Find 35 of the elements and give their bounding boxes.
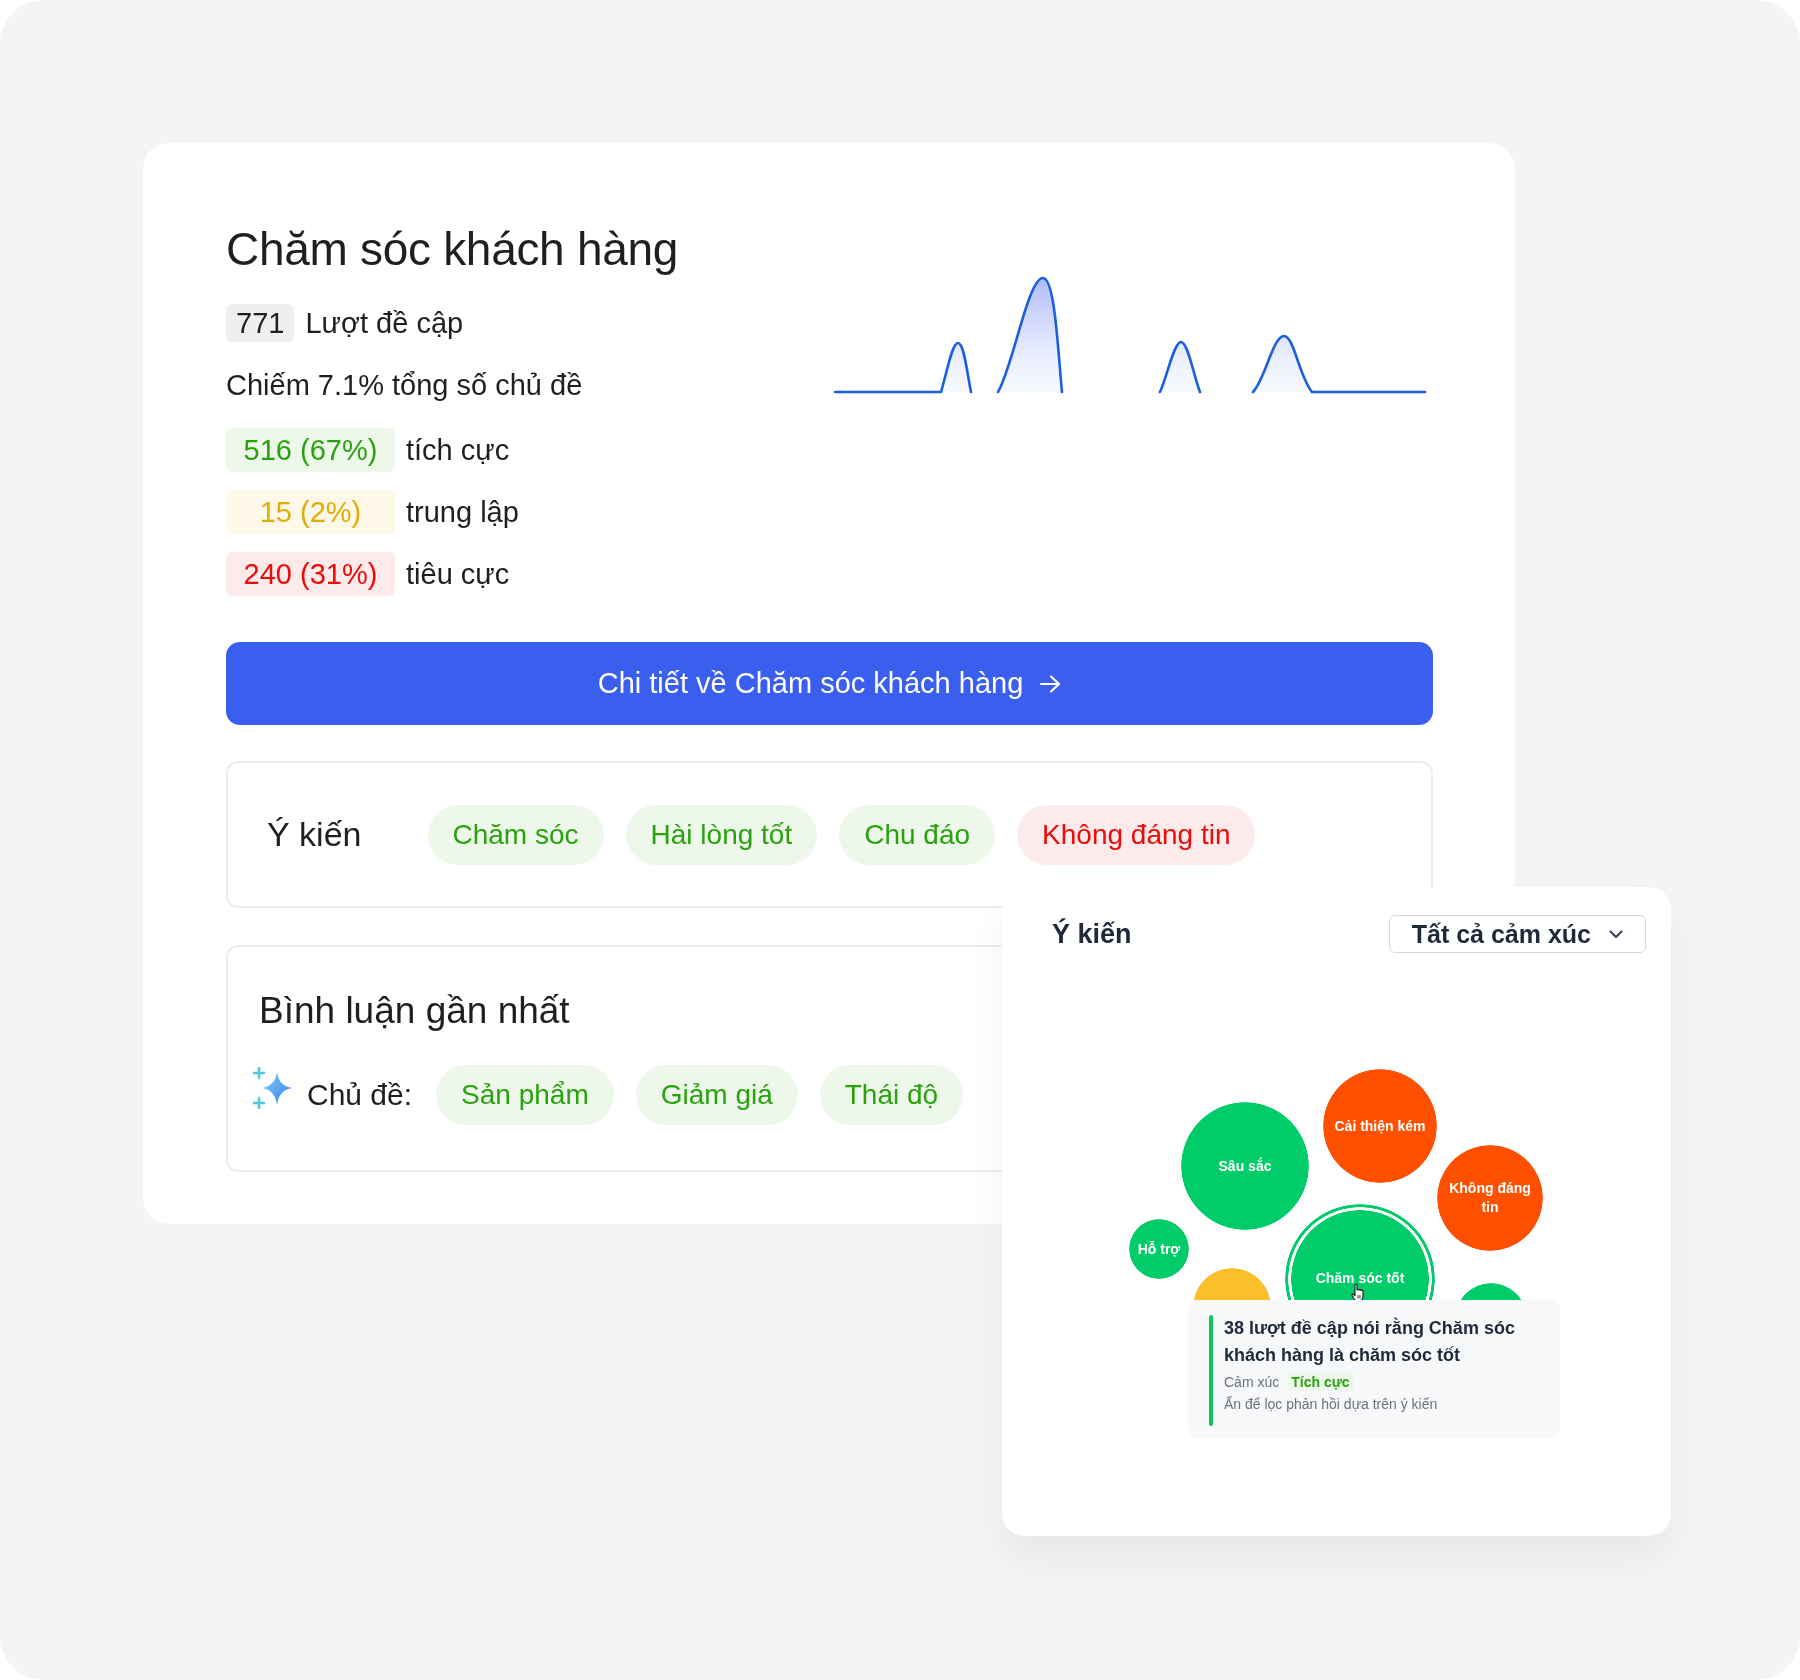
mention-label: Lượt đề cập — [305, 306, 464, 341]
opinion-bubble[interactable]: Hỗ trợ — [1129, 1219, 1189, 1279]
sentiment-value: Tích cực — [1287, 1373, 1354, 1391]
opinion-tag[interactable]: Chu đáo — [839, 804, 996, 865]
share-text: Chiếm 7.1% tổng số chủ đề — [226, 368, 583, 403]
opinion-tag[interactable]: Hài lòng tốt — [625, 804, 818, 865]
opinion-title: Ý kiến — [267, 815, 362, 854]
topic-tag[interactable]: Thái độ — [819, 1065, 964, 1125]
opinion-tag[interactable]: Không đáng tin — [1017, 804, 1256, 865]
sentiment-label: tiêu cực — [406, 557, 510, 592]
panel-title: Ý kiến — [1052, 918, 1132, 950]
opinion-bubble[interactable]: Chăm sóc tốt — [1285, 1204, 1435, 1300]
detail-button[interactable]: Chi tiết về Chăm sóc khách hàng — [226, 642, 1433, 725]
sentiment-filter-dropdown[interactable]: Tất cả cảm xúc — [1388, 915, 1646, 953]
topic-title: Chăm sóc khách hàng — [226, 222, 678, 277]
sparkle-icon — [253, 1067, 293, 1111]
arrow-right-icon — [1039, 674, 1062, 693]
tooltip-hint: Ấn để lọc phản hồi dựa trên ý kiến — [1224, 1396, 1438, 1412]
sentiment-count: 15 (2%) — [226, 490, 395, 534]
opinion-bubble[interactable]: Sâu sắc — [1181, 1102, 1309, 1230]
recent-comments-title: Bình luận gần nhất — [259, 989, 570, 1033]
topic-tag[interactable]: Giảm giá — [635, 1065, 798, 1125]
topic-tag[interactable]: Sản phẩm — [436, 1065, 614, 1125]
opinion-tag[interactable]: Chăm sóc — [427, 804, 604, 865]
opinion-bubble[interactable]: Cải thiện kém — [1323, 1069, 1437, 1183]
tooltip-text: 38 lượt đề cập nói rằng Chăm sóc khách hàng là chăm sóc tốt — [1224, 1316, 1516, 1367]
opinion-bubble[interactable]: Không đáng tin — [1437, 1145, 1543, 1251]
sentiment-count: 240 (31%) — [226, 552, 395, 596]
topics-label: Chủ đề: — [307, 1078, 413, 1112]
sentiment-label: tích cực — [406, 433, 510, 468]
mention-count: 771 — [226, 304, 295, 342]
sentiment-label: trung lập — [406, 495, 519, 530]
chevron-down-icon — [1609, 929, 1623, 939]
sentiment-count: 516 (67%) — [226, 428, 395, 472]
sentiment-caption: Cảm xúc — [1224, 1374, 1280, 1390]
